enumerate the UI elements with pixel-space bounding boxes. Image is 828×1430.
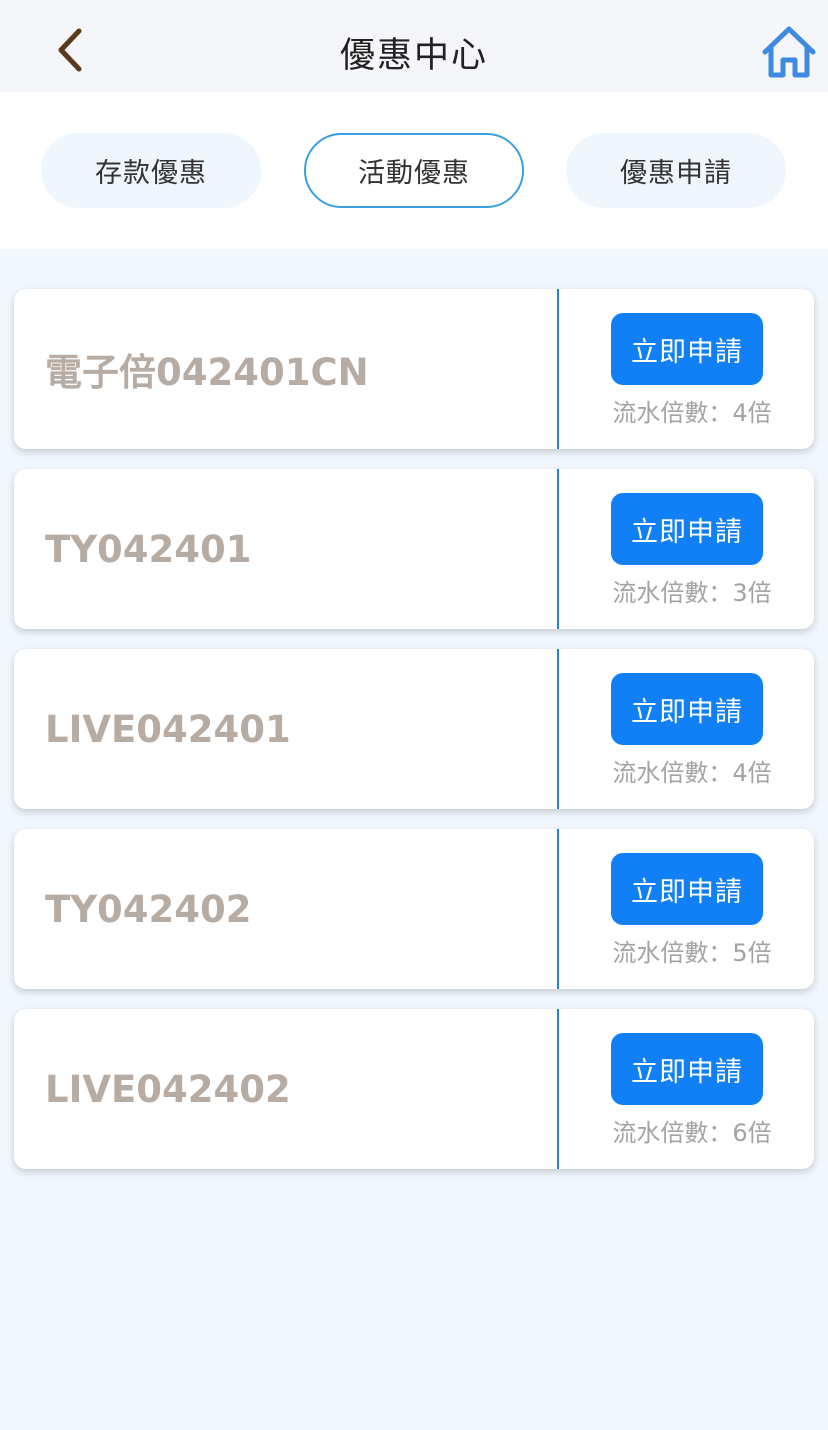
apply-now-button[interactable]: 立即申請 — [611, 1033, 763, 1105]
promotion-name: 電子倍042401CN — [45, 351, 369, 394]
turnover-multiplier: 流水倍數：6倍 — [612, 1119, 772, 1147]
promotion-card: TY042402 立即申請 流水倍數：5倍 — [14, 829, 814, 989]
promotion-card: 電子倍042401CN 立即申請 流水倍數：4倍 — [14, 289, 814, 449]
card-divider — [557, 829, 559, 989]
promotion-name: LIVE042401 — [45, 707, 291, 751]
apply-now-button[interactable]: 立即申請 — [611, 493, 763, 565]
apply-now-button[interactable]: 立即申請 — [611, 853, 763, 925]
card-divider — [557, 649, 559, 809]
promotion-name: TY042401 — [45, 527, 252, 571]
card-divider — [557, 1009, 559, 1169]
card-divider — [557, 289, 559, 449]
turnover-multiplier: 流水倍數：3倍 — [612, 579, 772, 607]
apply-now-button[interactable]: 立即申請 — [611, 313, 763, 385]
promotion-name: LIVE042402 — [45, 1067, 291, 1111]
tab-deposit-offers[interactable]: 存款優惠 — [41, 133, 261, 208]
header-bar: 優惠中心 — [0, 0, 828, 92]
promotion-card: LIVE042402 立即申請 流水倍數：6倍 — [14, 1009, 814, 1169]
turnover-multiplier: 流水倍數：4倍 — [612, 759, 772, 787]
tab-activity-offers[interactable]: 活動優惠 — [304, 133, 524, 208]
promotion-name: TY042402 — [45, 887, 252, 931]
home-icon — [762, 26, 816, 78]
promotion-card: TY042401 立即申請 流水倍數：3倍 — [14, 469, 814, 629]
card-divider — [557, 469, 559, 629]
promotion-card: LIVE042401 立即申請 流水倍數：4倍 — [14, 649, 814, 809]
tab-offer-application[interactable]: 優惠申請 — [566, 133, 786, 208]
turnover-multiplier: 流水倍數：4倍 — [612, 399, 772, 427]
apply-now-button[interactable]: 立即申請 — [611, 673, 763, 745]
page-title: 優惠中心 — [339, 35, 488, 76]
tab-bar: 存款優惠 活動優惠 優惠申請 — [0, 92, 828, 249]
home-button[interactable] — [760, 24, 818, 80]
turnover-multiplier: 流水倍數：5倍 — [612, 939, 772, 967]
promotion-list: 電子倍042401CN 立即申請 流水倍數：4倍 TY042401 立即申請 流… — [14, 289, 814, 1189]
